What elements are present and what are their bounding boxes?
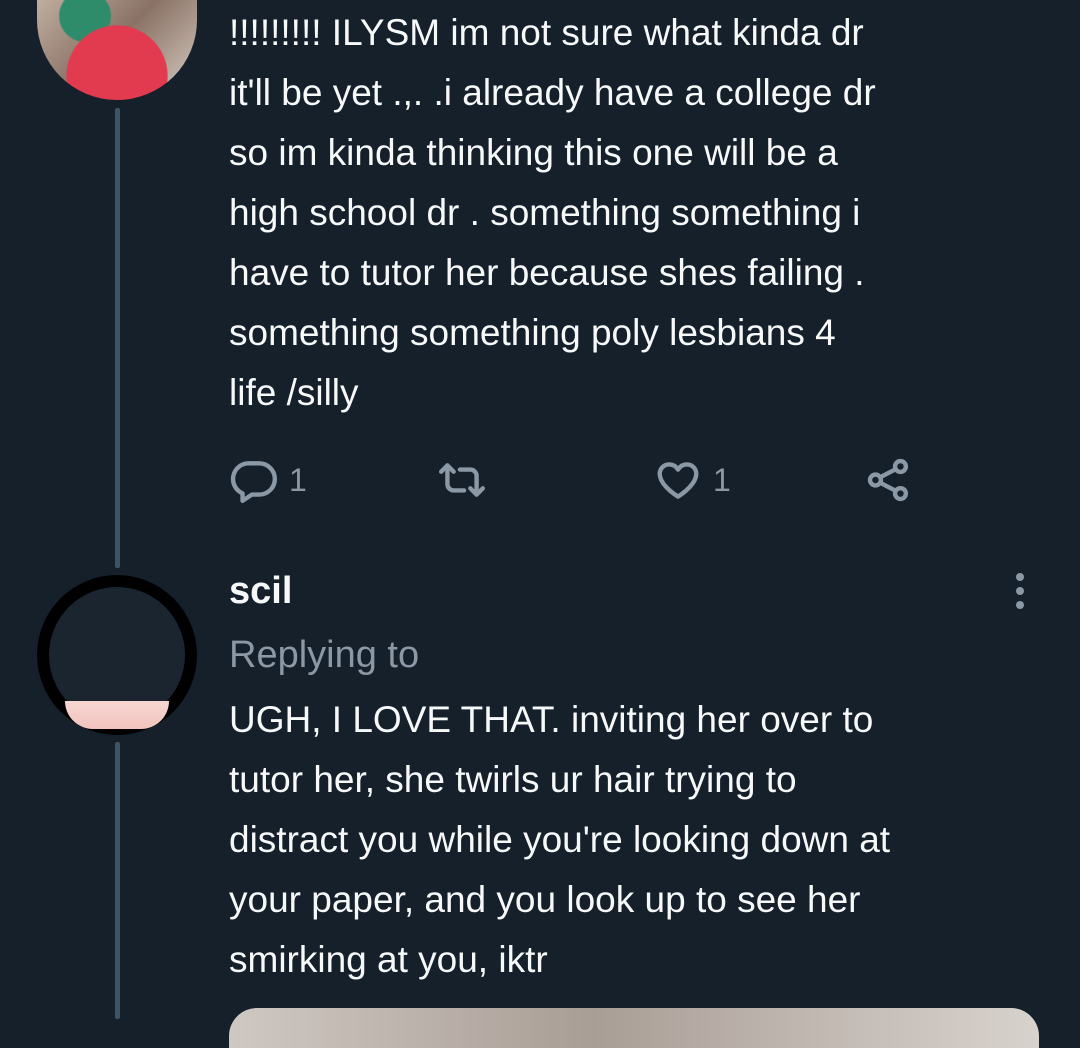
more-options-button[interactable]: [1000, 566, 1040, 616]
tweet-actions: 1 1: [229, 450, 949, 510]
replying-to: Replying to: [229, 634, 420, 676]
tweet-text: !!!!!!!!! ILYSM im not sure what kinda d…: [229, 12, 876, 413]
thread-line-bottom: [115, 742, 120, 1019]
display-name[interactable]: scil: [229, 566, 292, 616]
like-button[interactable]: 1: [653, 450, 731, 510]
more-vertical-icon-dot: [1016, 587, 1024, 595]
heart-icon: [657, 462, 699, 499]
media-preview[interactable]: [229, 1008, 1039, 1048]
retweet-icon: [438, 463, 486, 497]
thread-line-top: [115, 108, 120, 568]
avatar[interactable]: [37, 575, 197, 735]
reply-count: 1: [289, 461, 307, 498]
share-icon: [867, 458, 909, 502]
like-count: 1: [713, 461, 731, 498]
avatar-photo-detail: [65, 701, 169, 729]
more-vertical-icon: [1016, 573, 1024, 581]
more-vertical-icon-dot: [1016, 601, 1024, 609]
reply-button[interactable]: 1: [229, 450, 307, 510]
tweet-text: UGH, I LOVE THAT. inviting her over to t…: [229, 699, 891, 980]
retweet-button[interactable]: [437, 450, 487, 510]
comment-icon: [230, 461, 277, 504]
avatar[interactable]: [37, 0, 197, 100]
share-button[interactable]: [864, 450, 914, 510]
